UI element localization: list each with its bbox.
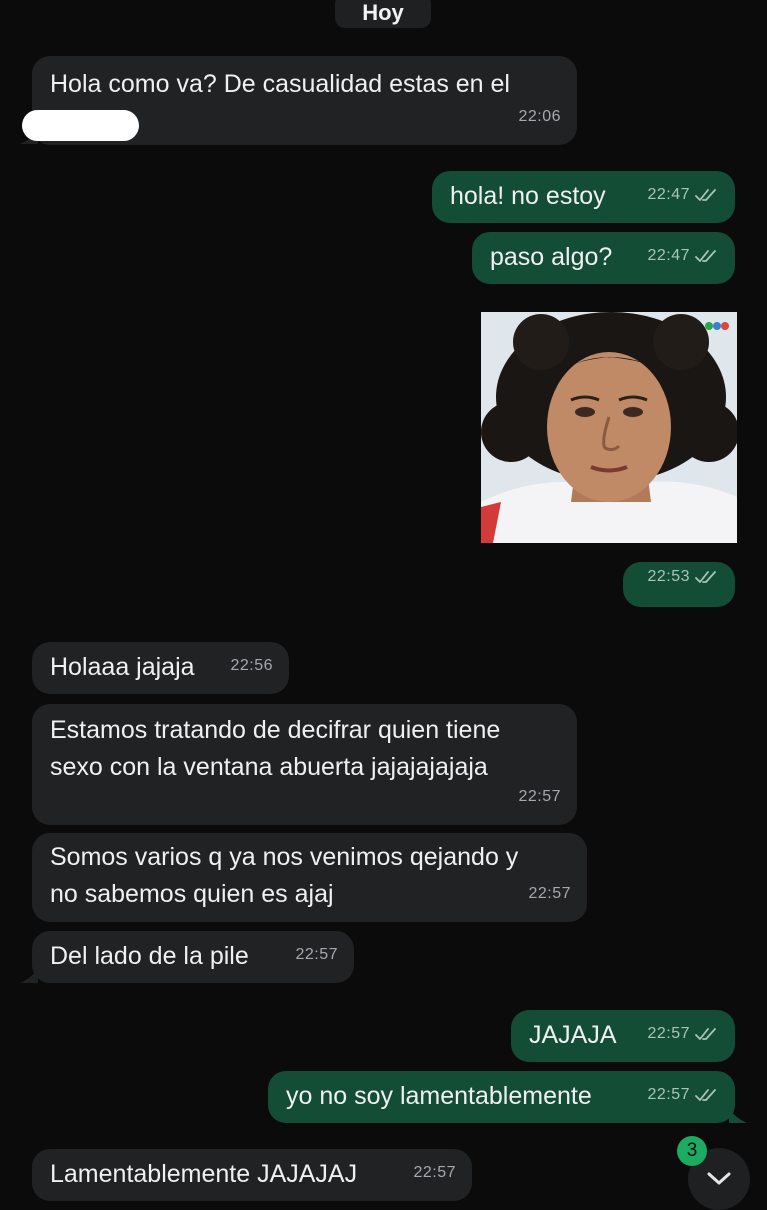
outgoing-message[interactable]: hola! no estoy 22:47 xyxy=(432,171,735,223)
message-time: 22:57 xyxy=(518,788,561,805)
message-meta: 22:47 xyxy=(647,176,719,213)
message-time: 22:57 xyxy=(528,885,571,902)
incoming-message[interactable]: Lamentablemente JAJAJAJ 22:57 xyxy=(32,1149,472,1201)
chevron-down-icon xyxy=(707,1172,731,1185)
message-time: 22:47 xyxy=(647,186,690,203)
outgoing-message[interactable]: paso algo? 22:47 xyxy=(472,232,735,284)
outgoing-message[interactable]: yo no soy lamentablemente 22:57 xyxy=(268,1071,735,1123)
incoming-message[interactable]: Somos varios q ya nos venimos qejando y … xyxy=(32,833,587,922)
message-text: Hola como va? De casualidad estas en el xyxy=(50,70,510,98)
double-check-icon xyxy=(695,1088,716,1101)
message-time: 22:06 xyxy=(518,108,561,125)
redacted-text xyxy=(22,110,139,141)
message-text: yo no soy lamentablemente xyxy=(286,1082,592,1110)
message-time: 22:56 xyxy=(230,657,273,674)
message-text: hola! no estoy xyxy=(450,182,606,210)
portrait-illustration xyxy=(481,312,737,543)
message-text: Somos varios q ya nos venimos qejando y … xyxy=(50,843,519,908)
unread-count-badge: 3 xyxy=(677,1136,707,1166)
double-check-icon xyxy=(695,249,716,262)
message-meta: 22:53 xyxy=(647,558,719,595)
incoming-message[interactable]: Estamos tratando de decifrar quien tiene… xyxy=(32,704,577,825)
message-meta: 22:57 xyxy=(647,1076,719,1113)
double-check-icon xyxy=(695,188,716,201)
day-separator: Hoy xyxy=(335,0,431,28)
sticker-image[interactable] xyxy=(481,312,737,543)
double-check-icon xyxy=(695,1027,716,1040)
outgoing-message[interactable]: 22:53 xyxy=(623,562,735,607)
incoming-message[interactable]: Holaaa jajaja 22:56 xyxy=(32,642,289,694)
incoming-message[interactable]: Del lado de la pile 22:57 xyxy=(32,931,354,983)
message-time: 22:47 xyxy=(647,247,690,264)
bubble-tail xyxy=(729,1109,747,1123)
message-text: Holaaa jajaja xyxy=(50,653,195,681)
double-check-icon xyxy=(695,570,716,583)
message-meta: 22:57 xyxy=(647,1015,719,1052)
message-time: 22:53 xyxy=(647,568,690,585)
outgoing-message[interactable]: JAJAJA 22:57 xyxy=(511,1010,735,1062)
message-text: paso algo? xyxy=(490,243,613,271)
message-text: Lamentablemente JAJAJAJ xyxy=(50,1160,358,1188)
bubble-tail xyxy=(20,969,38,983)
message-time: 22:57 xyxy=(647,1086,690,1103)
message-time: 22:57 xyxy=(647,1025,690,1042)
message-meta: 22:47 xyxy=(647,237,719,274)
message-text: Del lado de la pile xyxy=(50,942,249,970)
message-time: 22:57 xyxy=(295,946,338,963)
message-time: 22:57 xyxy=(413,1164,456,1181)
message-text: Estamos tratando de decifrar quien tiene… xyxy=(50,716,501,781)
message-text: JAJAJA xyxy=(529,1021,617,1049)
